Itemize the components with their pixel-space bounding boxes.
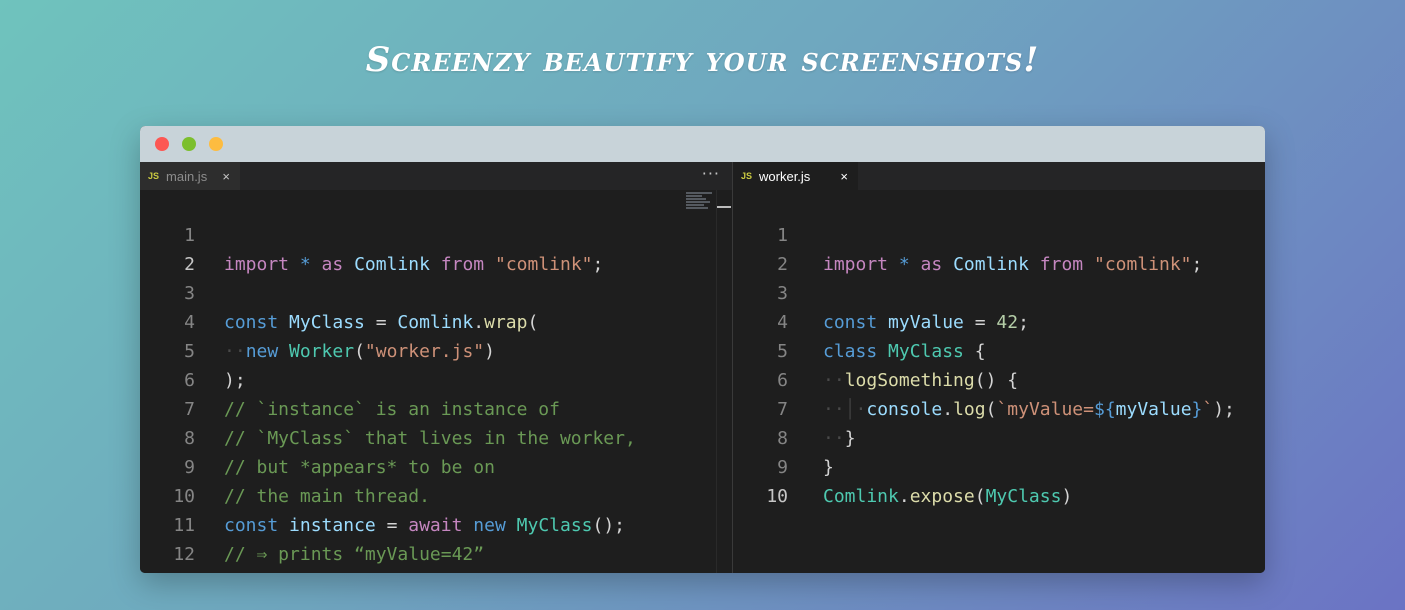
token: expose: [909, 486, 975, 507]
tab-worker-js[interactable]: JS worker.js ×: [733, 162, 858, 190]
editor-pane-worker: JS worker.js × 1 import * as Comlink fro…: [733, 162, 1265, 573]
tab-strip-right: JS worker.js ×: [733, 162, 1265, 190]
headline: Screenzy beautify your screenshots!: [365, 40, 1040, 80]
code-line: 7 ··}: [733, 366, 1265, 449]
tab-main-js[interactable]: JS main.js ×: [140, 162, 240, 190]
code-line: 3 const myValue = 42;: [733, 250, 1265, 333]
close-tab-icon[interactable]: ×: [840, 169, 848, 184]
maximize-window-button[interactable]: [209, 137, 223, 151]
code-editor-worker[interactable]: 1 import * as Comlink from "comlink"; 2 …: [733, 192, 1265, 507]
token: MyClass: [985, 486, 1062, 507]
code-line: 1 import * as Comlink from "comlink";: [140, 192, 732, 275]
code-line: 8 }: [733, 395, 1265, 478]
close-tab-icon[interactable]: ×: [222, 169, 230, 184]
code-line: 5 );: [140, 308, 732, 391]
editor-window: JS main.js × ··· 1 import * as Comlink f…: [140, 126, 1265, 573]
token: .: [898, 486, 910, 507]
code-line: 5 ··logSomething() {: [733, 308, 1265, 391]
code-line: 10: [733, 453, 1265, 507]
more-actions-icon[interactable]: ···: [702, 164, 720, 183]
code-line: 12 await instance.logSomething();: [140, 511, 732, 565]
code-line: 9 // the main thread.: [140, 424, 732, 507]
tab-strip-left: JS main.js × ···: [140, 162, 732, 190]
code-line: 9 Comlink.expose(MyClass): [733, 424, 1265, 507]
tab-label: worker.js: [759, 168, 811, 184]
code-line: 1 import * as Comlink from "comlink";: [733, 192, 1265, 275]
code-line: 4 ··new Worker("worker.js"): [140, 279, 732, 362]
code-line: 4 class MyClass {: [733, 279, 1265, 362]
minimize-window-button[interactable]: [182, 137, 196, 151]
code-line: 6 // `instance` is an instance of: [140, 337, 732, 420]
title-bar: [140, 126, 1265, 162]
token: Comlink: [823, 486, 899, 507]
code-line: 6 ··│·console.log(`myValue=${myValue}`);: [733, 337, 1265, 420]
token: (: [974, 486, 986, 507]
code-editor-main[interactable]: 1 import * as Comlink from "comlink"; 2 …: [140, 192, 732, 569]
editor-pane-main: JS main.js × ··· 1 import * as Comlink f…: [140, 162, 732, 573]
line-text: Comlink.expose(MyClass): [823, 482, 1072, 511]
token: ): [1061, 486, 1073, 507]
line-number: 10: [766, 486, 788, 507]
code-line: 11 // ⇒ prints “myValue=42”: [140, 482, 732, 565]
close-window-button[interactable]: [155, 137, 169, 151]
code-line: 2: [140, 221, 732, 275]
javascript-file-icon: JS: [741, 171, 753, 181]
code-line: 13: [140, 540, 732, 569]
line-text: await instance.logSomething();: [224, 569, 549, 573]
code-line: 7 // `MyClass` that lives in the worker,: [140, 366, 732, 449]
code-line: 2: [733, 221, 1265, 275]
code-line: 8 // but *appears* to be on: [140, 395, 732, 478]
tab-label: main.js: [166, 168, 208, 184]
code-line: 3 const MyClass = Comlink.wrap(: [140, 250, 732, 333]
code-line: 10 const instance = await new MyClass();: [140, 453, 732, 536]
line-number: 13: [140, 569, 195, 573]
javascript-file-icon: JS: [148, 171, 160, 181]
